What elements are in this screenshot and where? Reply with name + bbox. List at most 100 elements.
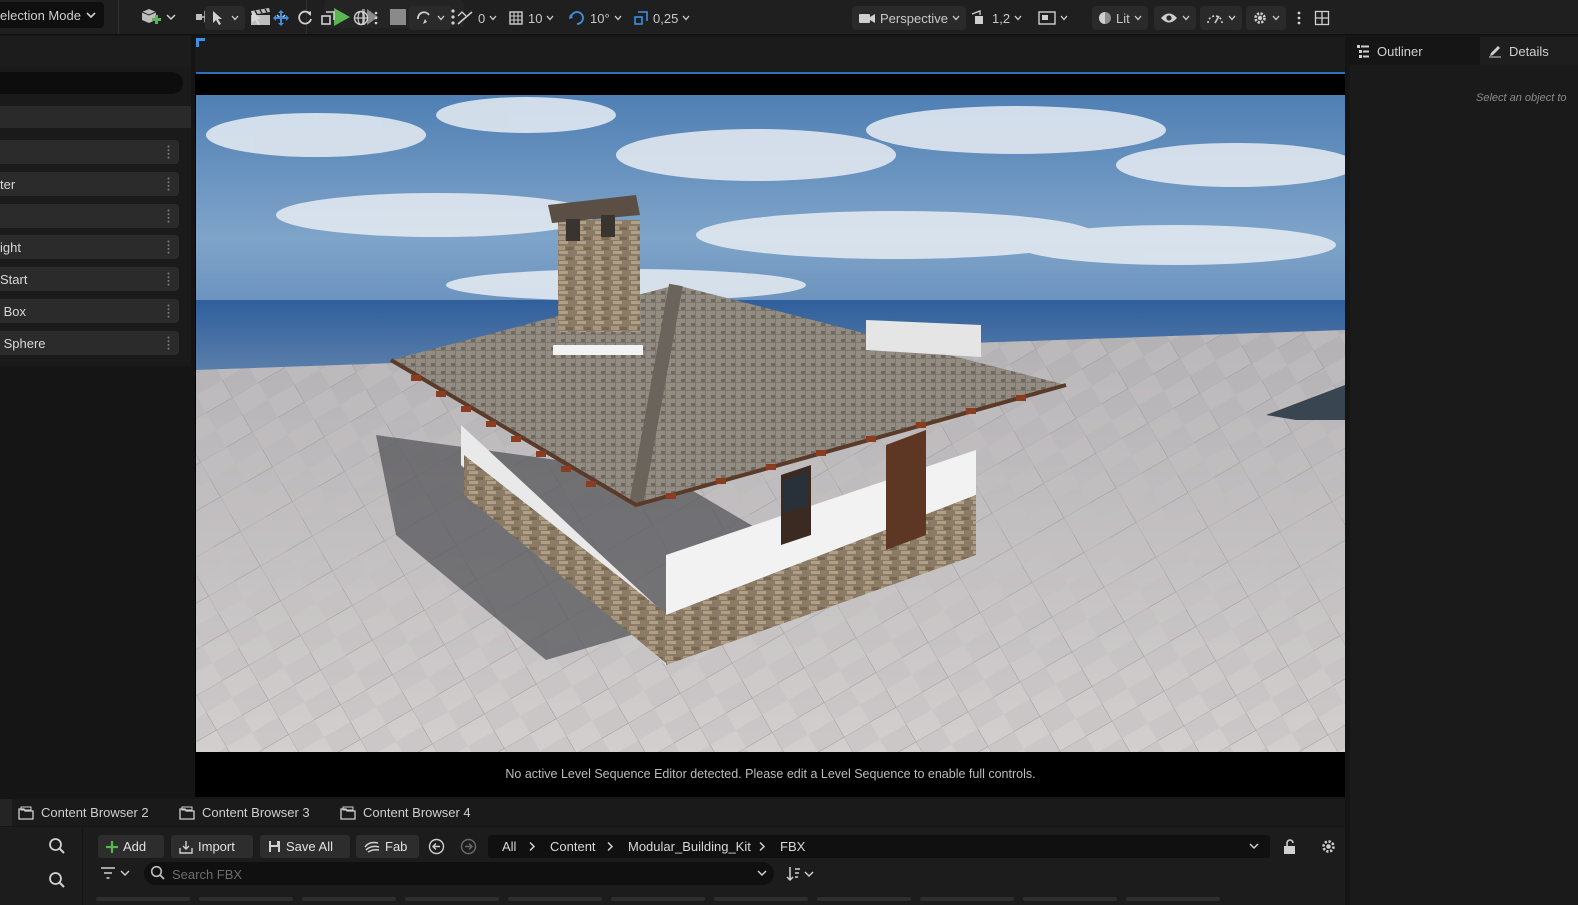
translate-snap-value: 0 [478, 10, 486, 26]
tab-outliner[interactable]: Outliner [1356, 37, 1423, 65]
tab-content-browser-1[interactable] [0, 799, 12, 826]
settings-gear-icon[interactable] [1320, 838, 1337, 855]
grid-snap-dropdown[interactable]: 10 [508, 6, 554, 30]
sort-button[interactable] [786, 866, 818, 882]
search-input[interactable] [170, 862, 734, 887]
show-flags-dropdown[interactable] [1154, 6, 1196, 30]
chevron-down-icon [546, 15, 554, 21]
place-actor-item[interactable]: ter [0, 172, 179, 196]
breadcrumb: All Content Modular_Building_Kit FBX [488, 835, 1270, 858]
save-icon [268, 840, 281, 853]
place-actor-item[interactable] [0, 204, 179, 228]
camera-speed-value: 1,2 [992, 10, 1011, 26]
add-actor-button[interactable] [139, 4, 176, 30]
fab-button[interactable]: Fab [356, 835, 419, 858]
add-label: Add [123, 839, 147, 854]
place-actor-item[interactable]: ight [0, 235, 179, 259]
translate-tool-button[interactable] [272, 6, 290, 30]
viewport-options-button[interactable] [1296, 6, 1302, 30]
drag-handle-icon [167, 145, 170, 159]
search-icon[interactable] [48, 837, 66, 855]
viewport-layout-button[interactable] [1314, 6, 1330, 30]
performance-scalability-dropdown[interactable] [1200, 6, 1242, 30]
search-icon [150, 865, 166, 881]
save-all-label: Save All [286, 839, 333, 854]
lighting-mode-dropdown[interactable]: Lit [1092, 6, 1148, 30]
camera-speed-icon [970, 10, 988, 26]
select-mode-button[interactable] [205, 6, 245, 30]
globe-icon [353, 10, 369, 26]
screen-percentage-dropdown[interactable] [1038, 6, 1068, 30]
place-actors-category-header[interactable] [0, 106, 191, 128]
lock-icon[interactable] [1283, 838, 1297, 855]
selection-mode-dropdown[interactable]: election Mode [0, 2, 104, 28]
view-mode-dropdown[interactable]: Perspective [852, 6, 966, 30]
scale-snap-icon [633, 10, 649, 26]
layout-grid-icon [1314, 10, 1330, 26]
sequence-editor-message: No active Level Sequence Editor detected… [505, 767, 1036, 781]
save-all-button[interactable]: Save All [260, 835, 350, 858]
selection-mode-label: election Mode [0, 7, 81, 23]
gear-icon [1252, 10, 1268, 26]
stop-button[interactable] [389, 4, 407, 30]
import-icon [179, 840, 193, 854]
lighting-mode-label: Lit [1116, 10, 1130, 26]
breadcrumb-item[interactable]: All [502, 835, 516, 858]
viewport-settings-dropdown[interactable] [1246, 6, 1286, 30]
place-actors-search-input[interactable] [0, 72, 183, 94]
asset-search-field[interactable] [144, 862, 774, 887]
chevron-down-icon[interactable] [756, 862, 768, 885]
chevron-down-icon [1134, 15, 1142, 21]
breadcrumb-item[interactable]: FBX [780, 835, 805, 858]
content-browser-icon [340, 806, 356, 820]
tab-details[interactable]: Details [1488, 37, 1549, 65]
details-panel [1350, 37, 1578, 905]
chevron-down-icon[interactable] [1248, 835, 1260, 858]
camera-speed-dropdown[interactable]: 1,2 [970, 6, 1022, 30]
place-actor-item[interactable]: Sphere [0, 331, 179, 355]
drag-handle-icon [167, 336, 170, 350]
back-history-button[interactable] [428, 838, 445, 855]
chevron-right-icon[interactable] [528, 835, 536, 858]
drag-handle-icon [167, 177, 170, 191]
scale-tool-button[interactable] [320, 6, 336, 30]
filter-button[interactable] [100, 866, 134, 880]
surface-snapping-button[interactable] [409, 6, 451, 30]
chevron-down-icon [437, 15, 445, 21]
translate-snap-dropdown[interactable]: 0 [456, 6, 497, 30]
world-local-toggle[interactable] [353, 6, 379, 30]
breadcrumb-item[interactable]: Content [550, 835, 596, 858]
viewport-active-corner [196, 38, 205, 47]
tab-details-label: Details [1509, 43, 1549, 59]
place-actor-item[interactable]: Box [0, 299, 179, 323]
chevron-down-icon [166, 13, 176, 21]
place-actor-item[interactable]: Start [0, 267, 179, 291]
tab-content-browser-4[interactable]: Content Browser 4 [340, 799, 471, 826]
pencil-icon [1488, 44, 1502, 58]
more-vertical-icon [373, 10, 379, 26]
viewport-focus-line [196, 72, 1345, 74]
chevron-right-icon[interactable] [758, 835, 766, 858]
chevron-down-icon [614, 15, 622, 21]
tab-content-browser-2[interactable]: Content Browser 2 [18, 799, 149, 826]
forward-history-button[interactable] [460, 838, 477, 855]
drag-handle-icon [167, 240, 170, 254]
breadcrumb-item[interactable]: Modular_Building_Kit [628, 835, 751, 858]
asset-tiles-row [96, 897, 1326, 901]
chevron-right-icon[interactable] [606, 835, 614, 858]
import-button[interactable]: Import [171, 835, 253, 858]
search-icon[interactable] [48, 871, 66, 889]
add-actor-icon [139, 6, 163, 28]
arrow-cursor-icon [250, 10, 264, 26]
rotate-tool-button[interactable] [296, 6, 314, 30]
rotation-snap-dropdown[interactable]: 10° [568, 6, 622, 30]
eye-icon [1160, 12, 1178, 24]
add-button[interactable]: Add [98, 835, 164, 858]
tab-content-browser-3[interactable]: Content Browser 3 [179, 799, 310, 826]
place-actor-item[interactable] [0, 140, 179, 164]
select-tool-button[interactable] [250, 6, 264, 30]
scale-snap-dropdown[interactable]: 0,25 [633, 6, 690, 30]
scene-render[interactable] [196, 95, 1345, 752]
cursor-select-icon [211, 10, 227, 26]
place-actor-label: ight [0, 239, 21, 255]
